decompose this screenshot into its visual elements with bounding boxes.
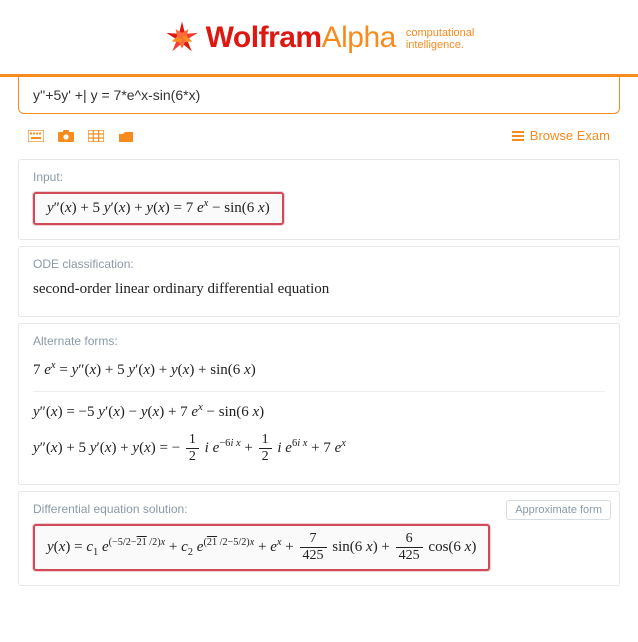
alt-form-2: y″(x) = −5 y′(x) − y(x) + 7 ex − sin(6 x… [33,398,605,427]
search-input[interactable] [33,87,605,103]
file-upload-icon[interactable] [118,129,134,143]
pod-solution: Approximate form Differential equation s… [18,491,620,586]
ode-classification-text: second-order linear ordinary differentia… [33,279,605,302]
solution-expression: y(x) = c1 e(−5/2−21 /2)x + c2 e(21 /2−5/… [33,524,490,571]
logo-tagline: computational intelligence. [406,27,475,51]
hamburger-icon [512,131,524,141]
input-expression: y″(x) + 5 y′(x) + y(x) = 7 ex − sin(6 x) [33,192,284,225]
spikey-icon [164,20,200,56]
image-upload-icon[interactable] [58,129,74,143]
toolbar: Browse Exam [0,114,638,155]
alt-form-3: y″(x) + 5 y′(x) + y(x) = − 12 i e−6i x +… [33,427,605,470]
pod-title: Alternate forms: [19,324,619,356]
pod-ode-classification: ODE classification: second-order linear … [18,246,620,317]
extended-keyboard-icon[interactable] [28,129,44,143]
divider [33,391,605,392]
logo[interactable]: WolframAlpha computational intelligence. [164,20,475,56]
pod-input: Input: y″(x) + 5 y′(x) + y(x) = 7 ex − s… [18,159,620,240]
alt-form-1: 7 ex = y″(x) + 5 y′(x) + y(x) + sin(6 x) [33,356,605,385]
logo-text: WolframAlpha [206,21,396,55]
results: Input: y″(x) + 5 y′(x) + y(x) = 7 ex − s… [0,159,638,586]
pod-title: ODE classification: [19,247,619,279]
pod-alternate-forms: Alternate forms: 7 ex = y″(x) + 5 y′(x) … [18,323,620,485]
browse-examples-link[interactable]: Browse Exam [512,128,610,143]
pod-title: Input: [19,160,619,192]
header: WolframAlpha computational intelligence. [0,0,638,74]
search-box[interactable] [18,77,620,114]
data-input-icon[interactable] [88,129,104,143]
input-mode-icons [28,129,134,143]
search-container [0,74,638,114]
approximate-form-button[interactable]: Approximate form [506,500,611,520]
